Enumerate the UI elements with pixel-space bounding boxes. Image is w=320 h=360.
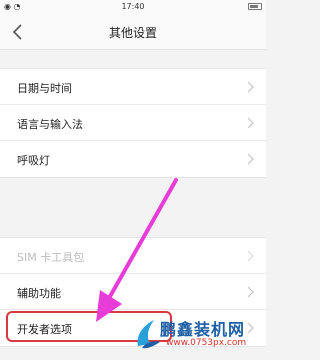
chevron-right-icon [247, 250, 254, 262]
status-time: 17:40 [121, 2, 145, 11]
setting-label: 语言与输入法 [17, 118, 83, 131]
back-button[interactable] [6, 20, 30, 44]
settings-group-3: SIM 卡工具包 辅助功能 [0, 237, 266, 311]
setting-accessibility[interactable]: 辅助功能 [0, 274, 266, 310]
chevron-right-icon [247, 81, 254, 93]
setting-label: 日期与时间 [17, 82, 72, 95]
back-arrow-icon [12, 24, 22, 40]
setting-label: 呼吸灯 [17, 154, 50, 167]
watermark-url: www.0753px.com [166, 338, 247, 348]
setting-breathing-light[interactable]: 呼吸灯 [0, 141, 266, 177]
nav-bar: 其他设置 [0, 14, 266, 50]
chevron-right-icon [247, 286, 254, 298]
status-bar: ◉ ◔ 17:40 [0, 0, 266, 14]
chevron-right-icon [247, 153, 254, 165]
watermark-title: 鹏鑫装机网 [160, 320, 246, 339]
chevron-right-icon [247, 117, 254, 129]
settings-group-1: 日期与时间 语言与输入法 [0, 68, 266, 142]
setting-date-time[interactable]: 日期与时间 [0, 69, 266, 105]
watermark-logo-icon [137, 320, 160, 349]
setting-language-input[interactable]: 语言与输入法 [0, 105, 266, 141]
watermark: 鹏鑫装机网 www.0753px.com [132, 314, 260, 356]
setting-label: 辅助功能 [17, 287, 61, 300]
setting-sim-toolkit: SIM 卡工具包 [0, 238, 266, 274]
battery-icon [248, 3, 262, 10]
settings-group-2: 呼吸灯 [0, 140, 266, 178]
setting-label: SIM 卡工具包 [17, 251, 85, 264]
page-title: 其他设置 [108, 26, 157, 40]
